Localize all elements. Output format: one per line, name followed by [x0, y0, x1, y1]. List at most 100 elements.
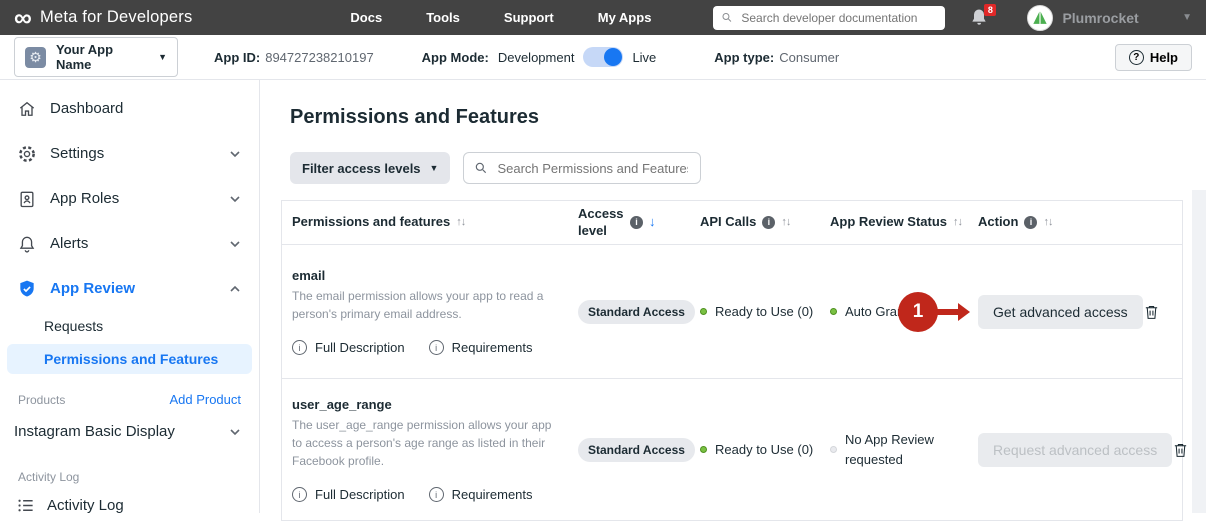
permission-name: email — [292, 268, 326, 283]
nav-support[interactable]: Support — [504, 10, 554, 25]
info-icon[interactable]: i — [762, 216, 776, 229]
global-search-input[interactable] — [739, 9, 938, 26]
sidebar-item-instagram-basic-display[interactable]: Instagram Basic Display — [0, 413, 259, 450]
sidebar-item-label: Alerts — [50, 235, 89, 252]
help-label: Help — [1149, 49, 1178, 65]
sidebar-item-label: Dashboard — [50, 100, 124, 117]
notifications-button[interactable]: 8 — [969, 3, 997, 29]
brand[interactable]: ∞ Meta for Developers — [14, 5, 193, 30]
sidebar-subitem-permissions-and-features[interactable]: Permissions and Features — [7, 344, 252, 374]
sort-both-icon[interactable]: ↑↓ — [953, 216, 963, 230]
column-action: Action i ↑↓ — [978, 214, 1182, 230]
permissions-search[interactable] — [463, 152, 702, 184]
requirements-link[interactable]: i Requirements — [428, 487, 533, 502]
page-title: Permissions and Features — [290, 106, 539, 128]
sort-both-icon[interactable]: ↑↓ — [1043, 216, 1053, 230]
get-advanced-access-button[interactable]: Get advanced access — [978, 294, 1143, 329]
activity-log-section-label: Activity Log — [18, 470, 80, 484]
app-icon: ⚙ — [25, 46, 46, 68]
sort-down-active-icon[interactable]: ↓ — [649, 214, 656, 230]
delete-permission-button[interactable] — [1172, 441, 1189, 459]
sidebar-item-settings[interactable]: Settings — [0, 131, 259, 176]
permission-cell: user_age_range The user_age_range permis… — [282, 379, 578, 520]
chevron-down-icon — [229, 238, 241, 250]
search-icon — [476, 162, 487, 174]
column-access-level: Access level i ↓ — [578, 206, 700, 239]
account-chevron-down-icon[interactable]: ▼ — [1182, 12, 1192, 23]
permissions-table: Permissions and features ↑↓ Access level… — [281, 200, 1187, 521]
nav-docs[interactable]: Docs — [350, 10, 382, 25]
column-label: Access level — [578, 206, 624, 238]
sidebar-item-app-review[interactable]: App Review — [0, 266, 259, 311]
app-id-label: App ID: — [214, 49, 261, 65]
user-menu[interactable]: Plumrocket — [1027, 4, 1139, 31]
top-nav: Docs Tools Support My Apps — [350, 10, 651, 25]
brand-title: Meta for Developers — [40, 8, 193, 26]
id-badge-icon — [16, 189, 38, 209]
info-outline-icon: i — [292, 487, 307, 502]
info-icon[interactable]: i — [630, 216, 643, 229]
review-status-cell: No App Review requested — [830, 430, 978, 469]
info-outline-icon: i — [292, 340, 307, 355]
nav-my-apps[interactable]: My Apps — [598, 10, 652, 25]
sidebar-subitem-requests[interactable]: Requests — [0, 311, 259, 341]
review-status-value: No App Review requested — [845, 432, 934, 467]
app-type-value: Consumer — [779, 49, 840, 65]
chevron-down-icon — [229, 426, 241, 438]
app-id: App ID: 894727238210197 — [214, 50, 374, 65]
sidebar-item-dashboard[interactable]: Dashboard — [0, 86, 259, 131]
nav-tools[interactable]: Tools — [426, 10, 460, 25]
sidebar-item-alerts[interactable]: Alerts — [0, 221, 259, 266]
permission-description: The user_age_range permission allows you… — [292, 418, 552, 468]
app-selector-label: Your App Name — [56, 42, 114, 72]
home-icon — [16, 99, 38, 119]
link-label: Full Description — [315, 340, 405, 355]
products-section: Products Add Product — [0, 377, 259, 413]
live-mode-toggle[interactable] — [583, 47, 624, 67]
filter-access-levels-button[interactable]: Filter access levels ▼ — [290, 152, 451, 184]
permission-links: i Full Description i Requirements — [292, 340, 564, 355]
permissions-search-input[interactable] — [495, 159, 691, 177]
access-level-badge: Standard Access — [578, 299, 695, 324]
info-icon[interactable]: i — [1024, 216, 1038, 229]
chevron-down-icon — [229, 193, 241, 205]
sidebar-item-app-roles[interactable]: App Roles — [0, 176, 259, 221]
products-label: Products — [18, 392, 66, 407]
chevron-up-icon — [229, 283, 241, 295]
step-annotation: 1 — [898, 291, 970, 332]
delete-permission-button[interactable] — [1143, 303, 1160, 321]
sort-both-icon[interactable]: ↑↓ — [781, 216, 791, 230]
gray-status-dot — [830, 446, 837, 453]
full-description-link[interactable]: i Full Description — [292, 487, 405, 502]
app-mode-label: App Mode: — [421, 49, 489, 65]
app-selector-dropdown[interactable]: ⚙ Your App Name ▼ — [14, 37, 178, 77]
page-body: Dashboard Settings App Roles Alerts App … — [0, 80, 1206, 521]
link-label: Requirements — [451, 487, 533, 502]
global-search[interactable] — [713, 5, 946, 30]
sidebar-item-activity-log[interactable]: Activity Log — [0, 486, 259, 525]
access-level-badge: Standard Access — [578, 437, 695, 462]
api-calls-cell: Ready to Use (0) — [700, 440, 830, 460]
green-status-dot — [700, 446, 707, 453]
annotation-arrow-head-icon — [958, 302, 970, 321]
help-button[interactable]: ? Help — [1114, 43, 1192, 71]
shield-check-icon — [16, 279, 38, 299]
user-name: Plumrocket — [1062, 9, 1139, 26]
access-level-cell: Standard Access — [578, 299, 700, 324]
sidebar: Dashboard Settings App Roles Alerts App … — [0, 80, 260, 514]
sort-both-icon[interactable]: ↑↓ — [456, 216, 466, 230]
permission-description: The email permission allows your app to … — [292, 289, 544, 321]
app-type-label: App type: — [714, 49, 775, 65]
trash-icon — [1175, 443, 1187, 457]
annotation-number: 1 — [898, 291, 938, 332]
column-app-review-status: App Review Status ↑↓ — [830, 214, 978, 230]
requirements-link[interactable]: i Requirements — [428, 340, 533, 355]
question-icon: ? — [1128, 49, 1144, 65]
link-label: Requirements — [451, 340, 533, 355]
sidebar-item-label: App Roles — [50, 190, 120, 207]
full-description-link[interactable]: i Full Description — [292, 340, 405, 355]
add-product-link[interactable]: Add Product — [169, 392, 241, 407]
app-selector-chevron-down-icon: ▼ — [158, 52, 167, 62]
info-outline-icon: i — [428, 487, 444, 502]
request-advanced-access-button[interactable]: Request advanced access — [978, 432, 1173, 467]
